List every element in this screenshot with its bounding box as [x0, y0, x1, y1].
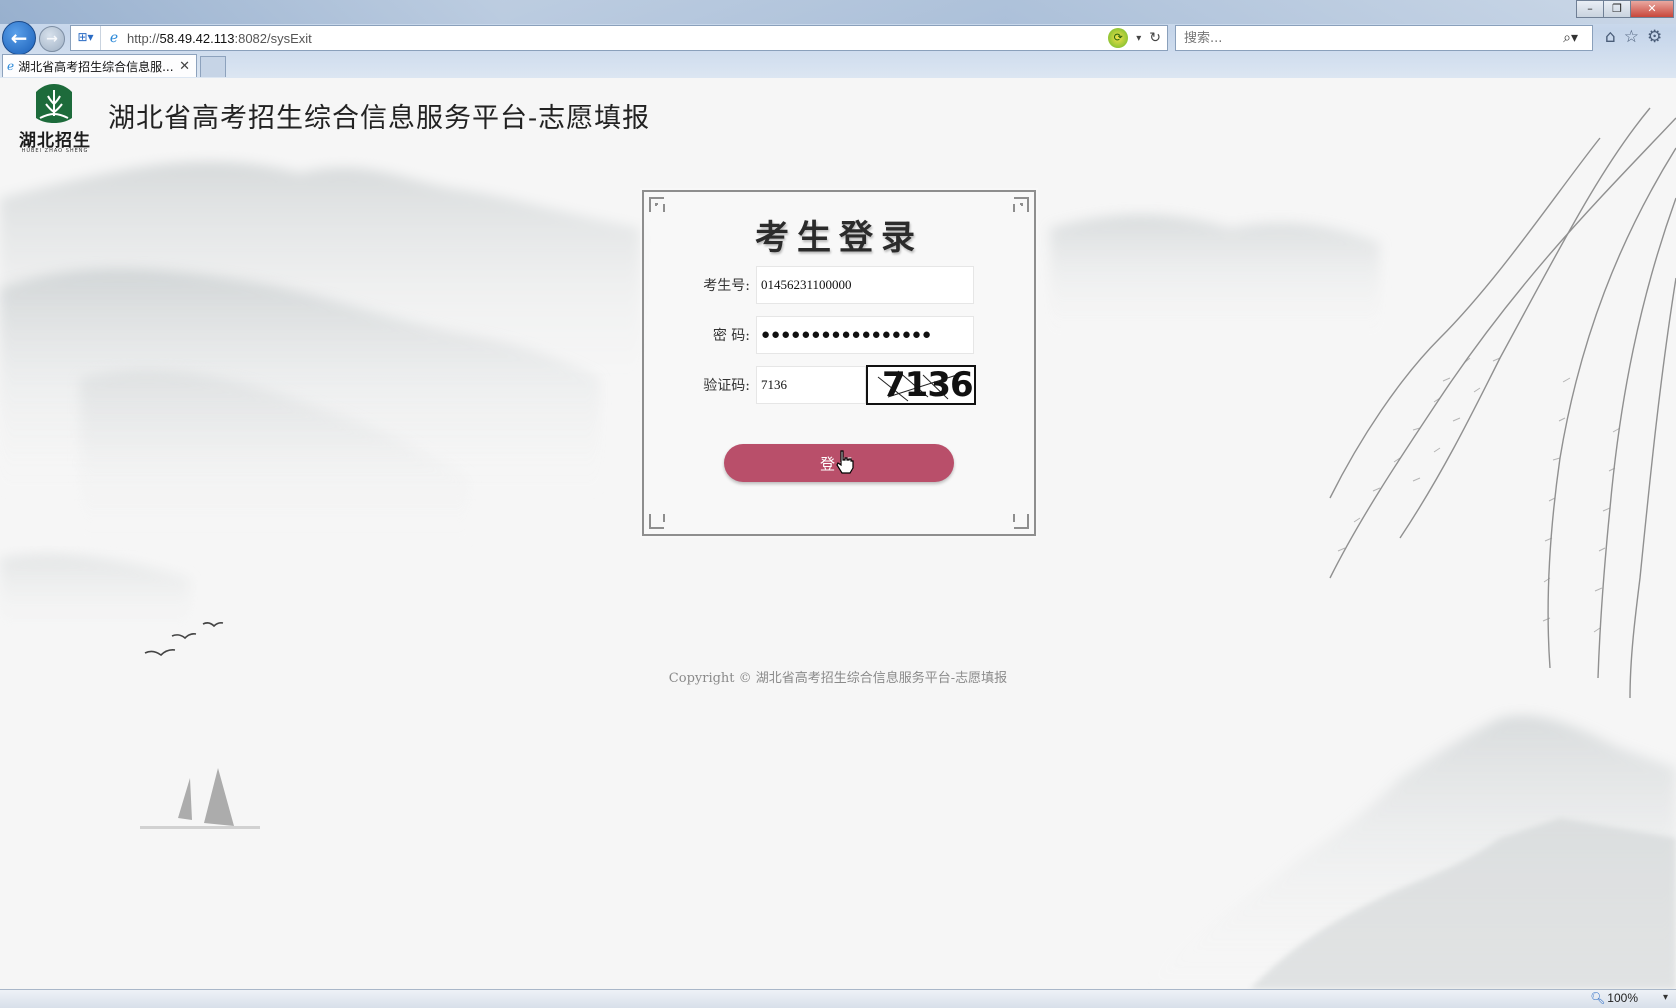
hubei-zhaosheng-logo: 湖北招生 HUBEI ZHAO SHENG [14, 82, 96, 158]
url-host: 58.49.42.113 [159, 30, 235, 46]
password-input[interactable] [756, 316, 974, 354]
new-tab-button[interactable] [200, 56, 226, 77]
page-title: 湖北省高考招生综合信息服务平台-志愿填报 [108, 103, 651, 134]
url-rest: :8082/sysExit [234, 30, 312, 46]
address-dropdown-icon[interactable]: ▾ [1136, 33, 1141, 44]
search-icon[interactable]: ⌕▾ [1563, 30, 1578, 46]
browser-chrome: – ❐ ✕ ← → ⊞▾ ℯ http://58.49.42.113:8082/… [0, 0, 1676, 78]
captcha-image[interactable]: 7136 [866, 365, 976, 405]
back-button[interactable]: ← [2, 21, 36, 55]
refresh-icon[interactable]: ↻ [1149, 30, 1161, 46]
tab-title: 湖北省高考招生综合信息服... [18, 59, 174, 74]
captcha-text: 7136 [882, 365, 974, 405]
password-label: 密 码: [712, 328, 750, 344]
restore-button[interactable]: ❐ [1603, 0, 1631, 18]
zoom-control[interactable]: 🔍︎ 100% [1590, 991, 1638, 1005]
address-bar[interactable]: ⊞▾ ℯ http://58.49.42.113:8082/sysExit ⟳ … [70, 25, 1168, 51]
copyright-footer: Copyright © 湖北省高考招生综合信息服务平台-志愿填报 [668, 671, 1008, 686]
home-icon[interactable]: ⌂ [1605, 27, 1616, 47]
hand-cursor-icon [836, 450, 854, 474]
window-title-bar [0, 0, 1676, 24]
password-row: 密 码: [690, 316, 974, 354]
address-url[interactable]: http://58.49.42.113:8082/sysExit [127, 31, 1108, 46]
ie-page-icon: ℯ [109, 30, 119, 46]
logo-emblem-icon [36, 84, 72, 123]
tab-active[interactable]: ℯ 湖北省高考招生综合信息服... ✕ [2, 54, 197, 77]
student-id-input[interactable] [756, 266, 974, 304]
captcha-input[interactable] [756, 366, 866, 404]
gear-icon[interactable]: ⚙ [1647, 27, 1662, 47]
favorites-star-icon[interactable]: ☆ [1624, 27, 1639, 47]
security-shield-icon[interactable]: ⊞▾ [71, 26, 101, 50]
minimize-button[interactable]: – [1576, 0, 1604, 18]
forward-button[interactable]: → [39, 26, 65, 52]
ie-tab-icon: ℯ [7, 59, 15, 73]
student-id-label: 考生号: [703, 278, 750, 294]
url-prefix: http:// [127, 30, 160, 46]
tab-row: ℯ 湖北省高考招生综合信息服... ✕ [0, 53, 1676, 77]
status-bar: 🔍︎ 100% ▾ [0, 989, 1676, 1008]
zoom-dropdown-icon[interactable]: ▾ [1663, 992, 1668, 1003]
student-id-row: 考生号: [690, 266, 974, 304]
zoom-icon: 🔍︎ [1590, 991, 1606, 1005]
login-panel: 考生登录 考生号: 密 码: 验证码: 7136 [640, 188, 1038, 538]
captcha-row: 验证码: 7136 [690, 365, 976, 405]
page-viewport: 湖北招生 HUBEI ZHAO SHENG 湖北省高考招生综合信息服务平台-志愿… [0, 78, 1676, 989]
site-header: 湖北招生 HUBEI ZHAO SHENG 湖北省高考招生综合信息服务平台-志愿… [14, 82, 650, 158]
arrow-left-icon: ← [10, 26, 28, 50]
login-title: 考生登录 [755, 218, 923, 258]
logo-subtext: HUBEI ZHAO SHENG [21, 148, 89, 154]
toolbar-icons: ⌂ ☆ ⚙ [1605, 27, 1662, 47]
window-controls: – ❐ ✕ [1576, 0, 1674, 18]
zoom-level: 100% [1607, 991, 1638, 1005]
arrow-right-icon: → [46, 31, 58, 47]
search-input[interactable] [1182, 29, 1564, 47]
close-icon[interactable]: ✕ [179, 59, 190, 74]
close-window-button[interactable]: ✕ [1630, 0, 1674, 18]
captcha-label: 验证码: [703, 378, 750, 394]
search-box[interactable]: ⌕▾ [1175, 25, 1593, 51]
compatibility-view-icon[interactable]: ⟳ [1108, 28, 1129, 48]
